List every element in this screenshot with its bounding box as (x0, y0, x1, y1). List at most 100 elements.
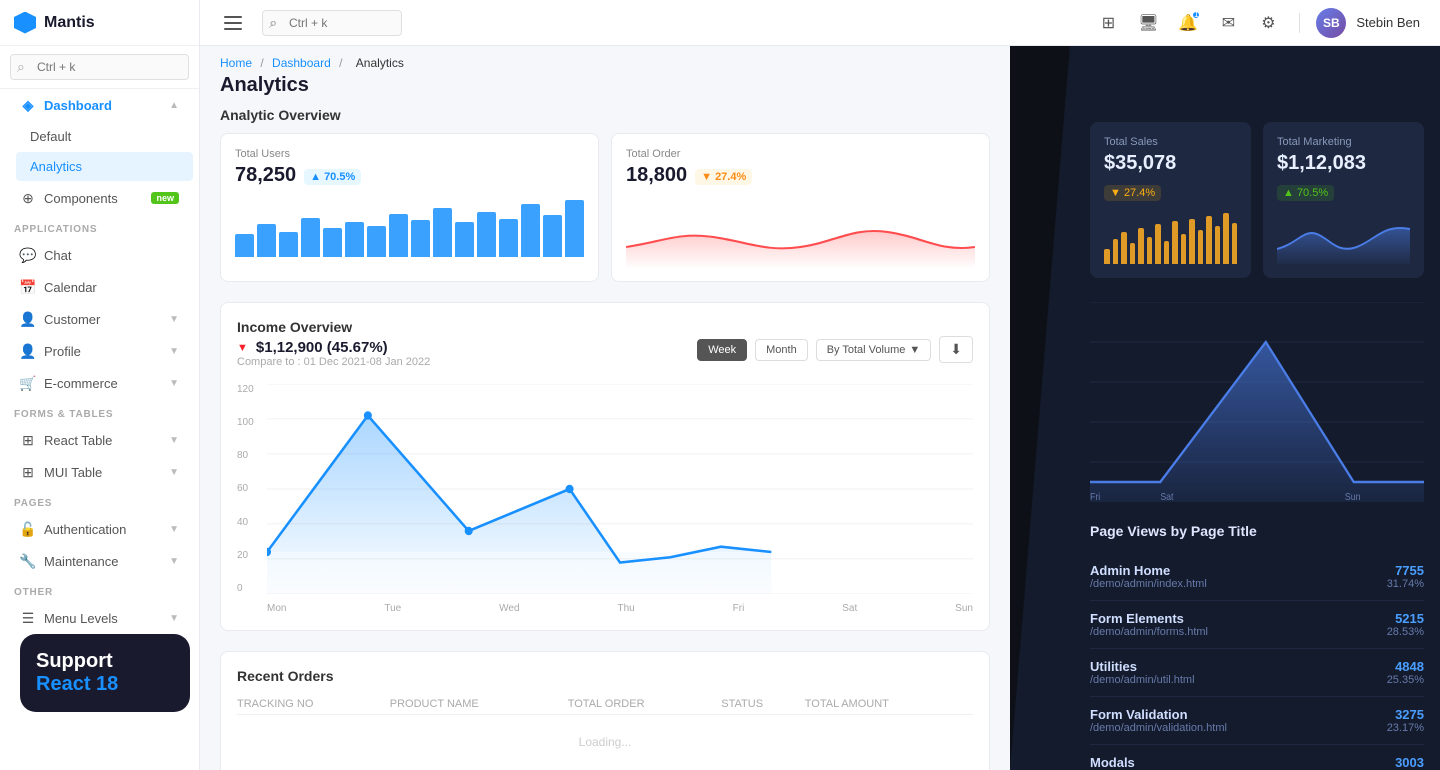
week-button[interactable]: Week (697, 339, 747, 361)
sidebar-item-react-table[interactable]: ⊞ React Table ▼ (6, 425, 193, 455)
table-row: Loading... (237, 715, 973, 770)
page-view-item-4: Form Validation 3275 /demo/admin/validat… (1090, 697, 1424, 745)
breadcrumb: Home / Dashboard / Analytics (200, 46, 1010, 70)
sidebar-item-profile[interactable]: 👤 Profile ▼ (6, 336, 193, 366)
page-views-title: Page Views by Page Title (1090, 523, 1424, 539)
pv-count-1: 7755 (1395, 563, 1424, 578)
notification-dot: 1 (1192, 11, 1200, 19)
sidebar-item-mui-table[interactable]: ⊞ MUI Table ▼ (6, 457, 193, 487)
header-search-input[interactable] (262, 10, 402, 36)
total-users-value: 78,250 (235, 164, 296, 187)
analytic-overview-title: Analytic Overview (200, 107, 1010, 133)
breadcrumb-dashboard[interactable]: Dashboard (272, 56, 331, 70)
support-badge: Support React 18 (20, 634, 190, 712)
pv-count-4: 3275 (1395, 707, 1424, 722)
chevron-down-icon2: ▼ (169, 346, 179, 357)
pv-count-5: 3003 (1395, 755, 1424, 770)
income-compare: Compare to : 01 Dec 2021-08 Jan 2022 (237, 356, 430, 368)
pv-url-3: /demo/admin/util.html (1090, 674, 1195, 686)
new-badge: new (151, 192, 179, 204)
search-input[interactable] (10, 54, 189, 80)
auth-icon: 🔓 (20, 521, 36, 537)
support-text2: React 18 (36, 673, 174, 696)
pv-url-4: /demo/admin/validation.html (1090, 722, 1227, 734)
dropdown-chevron: ▼ (909, 344, 920, 356)
month-button[interactable]: Month (755, 339, 808, 361)
recent-orders-title: Recent Orders (237, 668, 973, 684)
total-sales-badge: ▼ 27.4% (1104, 185, 1161, 201)
total-sales-value: $35,078 (1104, 152, 1176, 175)
sidebar-item-calendar[interactable]: 📅 Calendar (6, 272, 193, 302)
orders-table: TRACKING NO PRODUCT NAME TOTAL ORDER STA… (237, 694, 973, 769)
page-views-section: Page Views by Page Title Admin Home 7755… (1090, 507, 1440, 770)
col-total-order: TOTAL ORDER (568, 694, 722, 715)
volume-dropdown[interactable]: By Total Volume ▼ (816, 339, 932, 361)
notification-icon[interactable]: 🔔 1 (1173, 8, 1203, 38)
sidebar-item-components[interactable]: ⊕ Components new (6, 183, 193, 213)
pv-title-4: Form Validation (1090, 707, 1188, 722)
sidebar-item-ecommerce[interactable]: 🛒 E-commerce ▼ (6, 368, 193, 398)
total-order-label: Total Order (626, 148, 975, 160)
chevron-down-icon5: ▼ (169, 467, 179, 478)
page-view-item-3: Utilities 4848 /demo/admin/util.html 25.… (1090, 649, 1424, 697)
sidebar-item-maintenance[interactable]: 🔧 Maintenance ▼ (6, 546, 193, 576)
ecommerce-icon: 🛒 (20, 375, 36, 391)
breadcrumb-home[interactable]: Home (220, 56, 252, 70)
chat-icon: 💬 (20, 247, 36, 263)
profile-icon: 👤 (20, 343, 36, 359)
pv-title-5: Modals (1090, 755, 1135, 770)
pv-pct-2: 28.53% (1387, 626, 1424, 638)
chevron-down-icon8: ▼ (169, 613, 179, 624)
monitor-icon[interactable]: 🖥 (1133, 8, 1163, 38)
forms-tables-section-label: Forms & Tables (0, 399, 199, 424)
dark-stat-cards-row: Total Sales $35,078 ▼ 27.4% (1090, 122, 1424, 278)
header-divider (1299, 13, 1300, 33)
download-button[interactable]: ⬇ (939, 336, 973, 363)
chevron-down-icon6: ▼ (169, 524, 179, 535)
total-marketing-label: Total Marketing (1277, 136, 1410, 148)
sidebar-item-authentication[interactable]: 🔓 Authentication ▼ (6, 514, 193, 544)
calendar-icon: 📅 (20, 279, 36, 295)
dark-stats-area: Total Sales $35,078 ▼ 27.4% (1090, 46, 1440, 278)
user-name: Stebin Ben (1356, 15, 1420, 30)
stat-card-total-users: Total Users 78,250 ▲ 70.5% (220, 133, 599, 282)
hamburger-menu[interactable] (220, 12, 246, 34)
chevron-down-icon: ▼ (169, 314, 179, 325)
dashboard-icon: ◈ (20, 97, 36, 113)
col-product: PRODUCT NAME (390, 694, 568, 715)
chevron-down-icon3: ▼ (169, 378, 179, 389)
total-marketing-chart (1277, 209, 1410, 264)
main-area: ⌕ ⊞ 🖥 🔔 1 ✉ ⚙ SB Stebin Ben Home / D (200, 0, 1440, 770)
app-name: Mantis (44, 14, 95, 32)
income-down-arrow: ▼ (237, 342, 248, 354)
sidebar-item-dashboard[interactable]: ◈ Default Dashboard ▲ (6, 90, 193, 120)
income-line-chart: 120100806040200 (237, 384, 973, 614)
arrow-down-icon: ▼ (701, 171, 712, 183)
support-text1: Support (36, 650, 174, 673)
sidebar-item-customer[interactable]: 👤 Customer ▼ (6, 304, 193, 334)
mail-icon[interactable]: ✉ (1213, 8, 1243, 38)
recent-orders-section: Recent Orders TRACKING NO PRODUCT NAME T… (220, 651, 990, 770)
arrow-up-icon: ▲ (310, 171, 321, 183)
sidebar-item-analytics[interactable]: Analytics (16, 152, 193, 181)
search-icon: ⌕ (270, 15, 277, 31)
logo-icon (14, 12, 36, 34)
sidebar-item-default[interactable]: Default (16, 122, 193, 151)
income-overview-title: Income Overview (237, 319, 430, 339)
mui-table-icon: ⊞ (20, 464, 36, 480)
settings-icon[interactable]: ⚙ (1253, 8, 1283, 38)
other-section-label: Other (0, 577, 199, 602)
svg-text:Sun: Sun (1345, 490, 1361, 502)
total-marketing-value: $1,12,083 (1277, 152, 1366, 175)
dark-income-chart-svg: Fri Sat Sun (1090, 302, 1424, 502)
right-panel: Total Sales $35,078 ▼ 27.4% (1010, 46, 1440, 770)
avatar: SB (1316, 8, 1346, 38)
total-sales-chart (1104, 209, 1237, 264)
col-total-amount: TOTAL AMOUNT (805, 694, 973, 715)
sidebar-item-menu-levels[interactable]: ☰ Menu Levels ▼ (6, 603, 193, 633)
applications-section-label: Applications (0, 214, 199, 239)
grid-icon[interactable]: ⊞ (1093, 8, 1123, 38)
col-status: STATUS (721, 694, 804, 715)
income-controls: Week Month By Total Volume ▼ ⬇ (697, 336, 973, 363)
sidebar-item-chat[interactable]: 💬 Chat (6, 240, 193, 270)
